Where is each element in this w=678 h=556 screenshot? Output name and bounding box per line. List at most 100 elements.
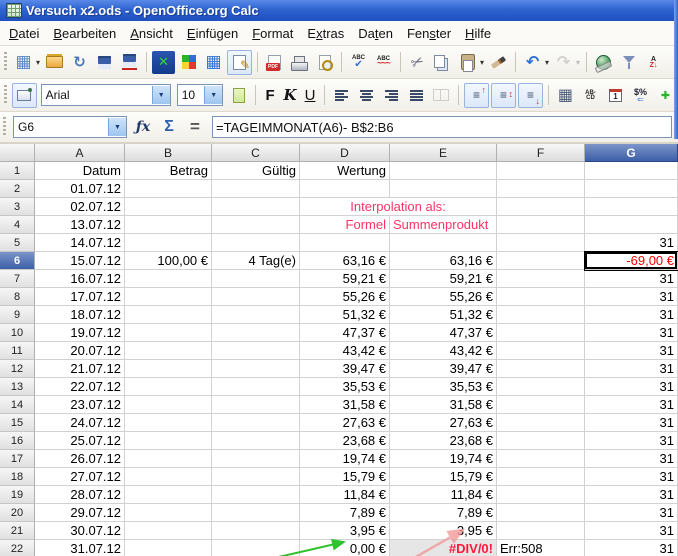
- cell-G10[interactable]: 31: [585, 324, 678, 342]
- sort-descending-icon[interactable]: [642, 51, 665, 74]
- cell-G7[interactable]: 31: [585, 270, 678, 288]
- green-x-icon[interactable]: [152, 51, 175, 74]
- row-header-10[interactable]: 10: [0, 324, 35, 342]
- row-header-18[interactable]: 18: [0, 468, 35, 486]
- row-header-5[interactable]: 5: [0, 234, 35, 252]
- cell-F17[interactable]: [497, 450, 585, 468]
- cell-A4[interactable]: 13.07.12: [35, 216, 125, 234]
- valign-top-icon[interactable]: [464, 83, 489, 108]
- cell-E4[interactable]: Summenprodukt: [390, 216, 497, 234]
- cell-E13[interactable]: 35,53 €: [390, 378, 497, 396]
- cell-E7[interactable]: 59,21 €: [390, 270, 497, 288]
- cell-F5[interactable]: [497, 234, 585, 252]
- cell-C20[interactable]: [212, 504, 300, 522]
- cell-G8[interactable]: 31: [585, 288, 678, 306]
- cell-D15[interactable]: 27,63 €: [300, 414, 390, 432]
- print-icon[interactable]: [288, 51, 311, 74]
- cell-G12[interactable]: 31: [585, 360, 678, 378]
- column-header-C[interactable]: C: [212, 144, 300, 162]
- row-header-17[interactable]: 17: [0, 450, 35, 468]
- align-right-icon[interactable]: [380, 84, 403, 107]
- row-header-1[interactable]: 1: [0, 162, 35, 180]
- cell-C19[interactable]: [212, 486, 300, 504]
- cell-F2[interactable]: [497, 180, 585, 198]
- font-size-combo[interactable]: 10 ▼: [177, 84, 223, 106]
- cell-D4[interactable]: Formel: [300, 216, 390, 234]
- cell-D20[interactable]: 7,89 €: [300, 504, 390, 522]
- cell-G9[interactable]: 31: [585, 306, 678, 324]
- cell-G2[interactable]: [585, 180, 678, 198]
- cell-D21[interactable]: 3,95 €: [300, 522, 390, 540]
- cell-C12[interactable]: [212, 360, 300, 378]
- underline-button[interactable]: U: [301, 84, 319, 106]
- column-header-G[interactable]: G: [585, 144, 678, 162]
- cell-C1[interactable]: Gültig: [212, 162, 300, 180]
- title-bar[interactable]: Versuch x2.ods - OpenOffice.org Calc: [0, 0, 678, 21]
- cell-A18[interactable]: 27.07.12: [35, 468, 125, 486]
- cell-D22[interactable]: 0,00 €: [300, 540, 390, 556]
- font-size-dropdown-icon[interactable]: ▼: [204, 86, 222, 104]
- function-wizard-icon[interactable]: ƒx: [131, 116, 155, 138]
- cell-D1[interactable]: Wertung: [300, 162, 390, 180]
- cell-D13[interactable]: 35,53 €: [300, 378, 390, 396]
- cell-E21[interactable]: 3,95 €: [390, 522, 497, 540]
- cell-G6[interactable]: -69,00 €: [585, 252, 678, 270]
- cell-G21[interactable]: 31: [585, 522, 678, 540]
- function-equals-icon[interactable]: =: [183, 116, 207, 138]
- cell-B13[interactable]: [125, 378, 212, 396]
- cell-B15[interactable]: [125, 414, 212, 432]
- cell-E14[interactable]: 31,58 €: [390, 396, 497, 414]
- cell-D18[interactable]: 15,79 €: [300, 468, 390, 486]
- row-header-22[interactable]: 22: [0, 540, 35, 556]
- row-header-16[interactable]: 16: [0, 432, 35, 450]
- date-format-icon[interactable]: [604, 84, 627, 107]
- row-header-8[interactable]: 8: [0, 288, 35, 306]
- cell-E17[interactable]: 19,74 €: [390, 450, 497, 468]
- save-as-icon[interactable]: [118, 51, 141, 74]
- cell-B7[interactable]: [125, 270, 212, 288]
- cell-B3[interactable]: [125, 198, 212, 216]
- cell-C21[interactable]: [212, 522, 300, 540]
- cell-G19[interactable]: 31: [585, 486, 678, 504]
- cell-C6[interactable]: 4 Tag(e): [212, 252, 300, 270]
- cell-F13[interactable]: [497, 378, 585, 396]
- cell-C16[interactable]: [212, 432, 300, 450]
- export-pdf-icon[interactable]: [263, 51, 286, 74]
- paste-dropdown-icon[interactable]: ▾: [480, 58, 484, 67]
- cell-F4[interactable]: [497, 216, 585, 234]
- cell-C18[interactable]: [212, 468, 300, 486]
- column-header-D[interactable]: D: [300, 144, 390, 162]
- cell-G1[interactable]: [585, 162, 678, 180]
- cell-A1[interactable]: Datum: [35, 162, 125, 180]
- color-squares-icon[interactable]: [177, 51, 200, 74]
- select-all-corner[interactable]: [0, 144, 35, 162]
- cell-D10[interactable]: 47,37 €: [300, 324, 390, 342]
- cell-C17[interactable]: [212, 450, 300, 468]
- cell-E5[interactable]: [390, 234, 497, 252]
- font-name-dropdown-icon[interactable]: ▼: [152, 86, 170, 104]
- insert-table-icon[interactable]: [202, 51, 225, 74]
- new-document-dropdown-icon[interactable]: ▾: [36, 58, 40, 67]
- cell-B19[interactable]: [125, 486, 212, 504]
- cell-F6[interactable]: [497, 252, 585, 270]
- menu-item-daten[interactable]: Daten: [351, 23, 400, 44]
- cell-B12[interactable]: [125, 360, 212, 378]
- cell-F3[interactable]: [497, 198, 585, 216]
- cell-E19[interactable]: 11,84 €: [390, 486, 497, 504]
- cell-C11[interactable]: [212, 342, 300, 360]
- borders-icon[interactable]: [554, 84, 577, 107]
- cell-B14[interactable]: [125, 396, 212, 414]
- cell-A22[interactable]: 31.07.12: [35, 540, 125, 556]
- reload-icon[interactable]: [68, 51, 91, 74]
- cell-D2[interactable]: [300, 180, 390, 198]
- cell-B9[interactable]: [125, 306, 212, 324]
- cell-F10[interactable]: [497, 324, 585, 342]
- cell-C2[interactable]: [212, 180, 300, 198]
- cell-A19[interactable]: 28.07.12: [35, 486, 125, 504]
- column-header-E[interactable]: E: [390, 144, 497, 162]
- name-box[interactable]: G6 ▼: [13, 116, 127, 138]
- cell-G11[interactable]: 31: [585, 342, 678, 360]
- column-header-B[interactable]: B: [125, 144, 212, 162]
- undo-icon[interactable]: [521, 51, 544, 74]
- cell-A20[interactable]: 29.07.12: [35, 504, 125, 522]
